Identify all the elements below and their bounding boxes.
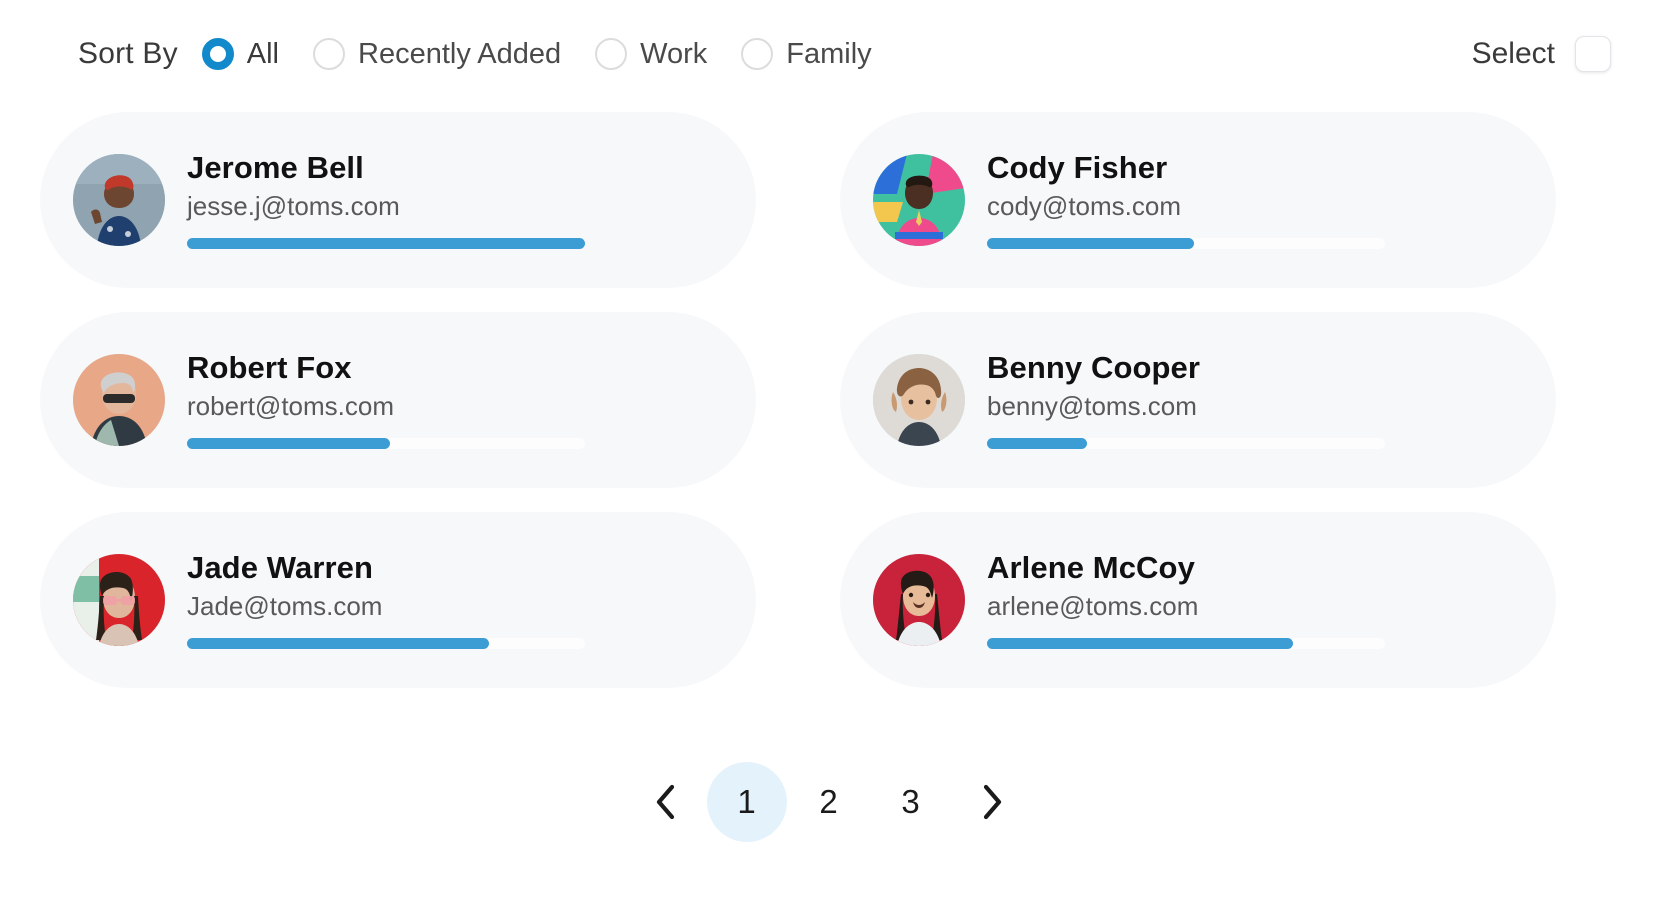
select-all-checkbox[interactable] (1575, 36, 1611, 72)
select-all-control[interactable]: Select (1472, 36, 1611, 72)
contact-card[interactable]: Jade Warren Jade@toms.com (40, 512, 756, 688)
pagination: 1 2 3 (0, 752, 1657, 852)
contact-card[interactable]: Cody Fisher cody@toms.com (840, 112, 1556, 288)
avatar (73, 354, 165, 446)
sort-option-work[interactable]: Work (595, 38, 707, 71)
select-label: Select (1472, 37, 1555, 71)
sort-option-family[interactable]: Family (741, 38, 871, 71)
progress-track (187, 438, 585, 449)
avatar (73, 554, 165, 646)
page-button-2[interactable]: 2 (789, 762, 869, 842)
progress-track (187, 238, 585, 249)
radio-icon-recently-added[interactable] (313, 38, 345, 70)
contact-name: Benny Cooper (987, 351, 1436, 385)
radio-icon-all[interactable] (202, 38, 234, 70)
contact-email: cody@toms.com (987, 192, 1436, 221)
contact-card-body: Jerome Bell jesse.j@toms.com (187, 151, 756, 249)
contact-card-grid: Jerome Bell jesse.j@toms.com Cody Fisher (40, 112, 1632, 712)
sort-option-all[interactable]: All (202, 38, 279, 71)
sort-toolbar: Sort By All Recently Added Work Family S… (0, 0, 1657, 108)
radio-icon-family[interactable] (741, 38, 773, 70)
progress-fill (987, 438, 1087, 449)
contact-name: Cody Fisher (987, 151, 1436, 185)
progress-track (187, 638, 585, 649)
contact-card[interactable]: Benny Cooper benny@toms.com (840, 312, 1556, 488)
progress-fill (987, 238, 1194, 249)
avatar (873, 154, 965, 246)
progress-track (987, 438, 1385, 449)
progress-fill (987, 638, 1293, 649)
progress-track (987, 238, 1385, 249)
contact-card-body: Benny Cooper benny@toms.com (987, 351, 1556, 449)
page-button-3[interactable]: 3 (871, 762, 951, 842)
contact-email: robert@toms.com (187, 392, 636, 421)
contact-card-body: Jade Warren Jade@toms.com (187, 551, 756, 649)
avatar (873, 354, 965, 446)
radio-icon-work[interactable] (595, 38, 627, 70)
chevron-left-icon[interactable] (642, 772, 688, 832)
sort-option-recently-added[interactable]: Recently Added (313, 38, 561, 71)
contact-name: Arlene McCoy (987, 551, 1436, 585)
sort-by-label: Sort By (78, 37, 178, 71)
contact-card[interactable]: Arlene McCoy arlene@toms.com (840, 512, 1556, 688)
progress-fill (187, 638, 489, 649)
progress-track (987, 638, 1385, 649)
progress-fill (187, 438, 390, 449)
contact-name: Robert Fox (187, 351, 636, 385)
sort-radio-group: All Recently Added Work Family (202, 38, 872, 71)
contact-card-body: Arlene McCoy arlene@toms.com (987, 551, 1556, 649)
contact-email: benny@toms.com (987, 392, 1436, 421)
contact-name: Jerome Bell (187, 151, 636, 185)
contact-email: Jade@toms.com (187, 592, 636, 621)
sort-option-work-label: Work (640, 38, 707, 71)
sort-option-family-label: Family (786, 38, 871, 71)
sort-option-recently-added-label: Recently Added (358, 38, 561, 71)
contact-card-body: Cody Fisher cody@toms.com (987, 151, 1556, 249)
contact-email: arlene@toms.com (987, 592, 1436, 621)
contact-card[interactable]: Jerome Bell jesse.j@toms.com (40, 112, 756, 288)
sort-option-all-label: All (247, 38, 279, 71)
contact-email: jesse.j@toms.com (187, 192, 636, 221)
avatar (73, 154, 165, 246)
contact-card-body: Robert Fox robert@toms.com (187, 351, 756, 449)
chevron-right-icon[interactable] (970, 772, 1016, 832)
avatar (873, 554, 965, 646)
contact-card[interactable]: Robert Fox robert@toms.com (40, 312, 756, 488)
page-button-1[interactable]: 1 (707, 762, 787, 842)
progress-fill (187, 238, 585, 249)
contact-name: Jade Warren (187, 551, 636, 585)
